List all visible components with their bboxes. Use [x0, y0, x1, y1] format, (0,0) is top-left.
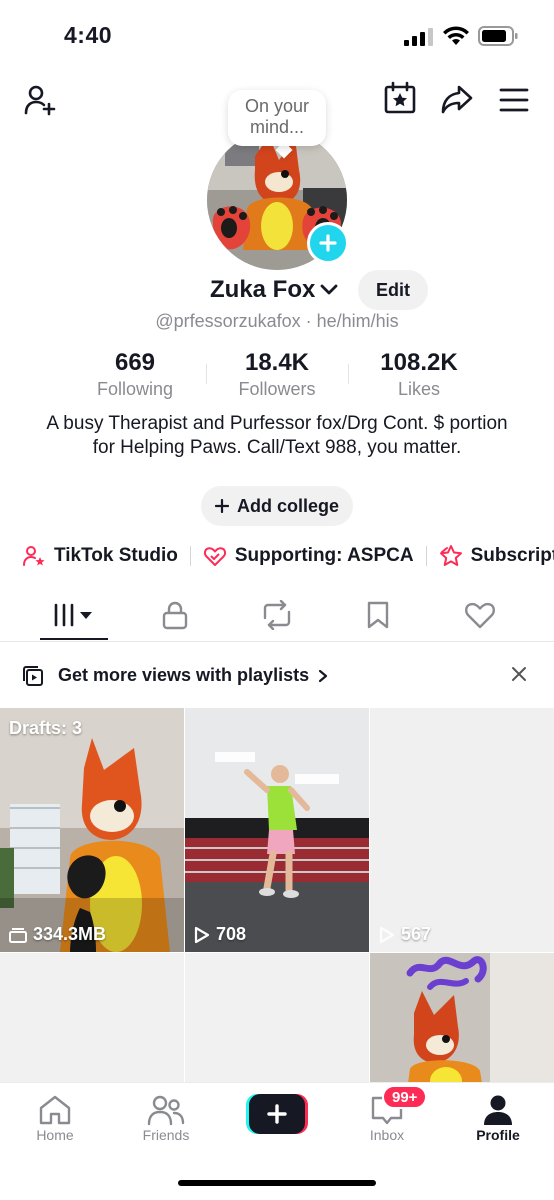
- hamburger-menu-icon: [499, 88, 529, 112]
- plus-icon: [214, 499, 229, 513]
- followers-label: Followers: [238, 379, 316, 399]
- likes-label: Likes: [397, 379, 441, 399]
- tab-reposts[interactable]: [242, 590, 312, 640]
- content-tabs: [0, 590, 554, 642]
- home-icon: [39, 1095, 71, 1125]
- battery-icon: [478, 26, 518, 46]
- home-indicator: [178, 1180, 376, 1186]
- display-name: Zuka Fox: [210, 276, 316, 303]
- tab-private[interactable]: [140, 590, 210, 640]
- create-plus-icon[interactable]: [246, 1094, 308, 1134]
- likes-count: 108.2K: [380, 349, 458, 376]
- nav-inbox-label: Inbox: [369, 1127, 405, 1143]
- username-pronouns: @prfessorzukafox · he/him/his: [155, 311, 399, 331]
- drafts-size-label: 334.3MB: [9, 924, 106, 945]
- nav-profile[interactable]: Profile: [453, 1093, 543, 1143]
- play-icon: [379, 926, 395, 943]
- link-divider: [189, 546, 191, 566]
- video-thumbnail[interactable]: 567: [370, 708, 554, 952]
- tab-liked[interactable]: [445, 590, 515, 640]
- profile-links-row: TikTok Studio Supporting: ASPCA Subscrip…: [22, 544, 554, 568]
- profile-bio: A busy Therapist and Purfessor fox/Drg C…: [46, 413, 508, 458]
- view-count: 708: [216, 924, 247, 944]
- view-count-label: 567: [379, 924, 431, 945]
- nav-home-label: Home: [36, 1127, 74, 1143]
- following-count: 669: [114, 349, 156, 376]
- fox-video-cover: [370, 953, 554, 1083]
- wifi-icon: [443, 26, 469, 45]
- nav-home[interactable]: Home: [10, 1093, 100, 1143]
- playlist-icon: [23, 666, 43, 686]
- stat-likes[interactable]: 108.2K Likes: [362, 349, 476, 400]
- view-count-label: 708: [194, 924, 246, 945]
- add-college-label: Add college: [236, 495, 339, 516]
- heart-outline-icon: [465, 602, 495, 629]
- nav-profile-label: Profile: [476, 1127, 520, 1143]
- subscription-label: Subscript: [470, 545, 554, 566]
- drafts-label: Drafts: 3: [9, 718, 83, 738]
- video-thumbnail[interactable]: 708: [185, 708, 369, 952]
- close-icon: [512, 667, 526, 681]
- close-banner-button[interactable]: [504, 659, 534, 689]
- events-calendar-button[interactable]: [380, 78, 420, 118]
- bookmark-icon: [367, 601, 389, 629]
- drafts-thumbnail[interactable]: Drafts: 3 334.3MB: [0, 708, 184, 952]
- heart-hands-icon: [203, 547, 226, 566]
- friends-icon: [147, 1095, 185, 1126]
- share-arrow-icon: [441, 85, 473, 114]
- repost-icon: [263, 600, 291, 630]
- supporting-link[interactable]: Supporting: ASPCA: [203, 544, 414, 568]
- tiktok-studio-label: TikTok Studio: [54, 545, 178, 566]
- drafts-cover-image: [0, 708, 184, 952]
- playlist-banner[interactable]: Get more views with playlists: [0, 643, 554, 707]
- nav-friends[interactable]: Friends: [121, 1093, 211, 1143]
- stat-divider: [348, 364, 349, 384]
- edit-profile-button[interactable]: Edit: [358, 270, 428, 310]
- subscription-link[interactable]: Subscript: [439, 544, 554, 568]
- chevron-down-icon: [320, 284, 338, 295]
- share-profile-button[interactable]: [436, 78, 478, 120]
- playlist-banner-text: Get more views with playlists: [58, 665, 310, 685]
- stat-divider: [206, 364, 207, 384]
- status-time: 4:40: [64, 22, 113, 48]
- star-badge-icon: [439, 545, 462, 566]
- display-name-switcher[interactable]: Zuka Fox: [210, 276, 339, 304]
- link-divider: [425, 546, 427, 566]
- drafts-stack-icon: [9, 927, 27, 943]
- plus-icon: [319, 234, 337, 252]
- add-person-icon: [24, 85, 56, 116]
- cellular-signal-icon: [404, 28, 433, 46]
- supporting-label: Supporting: ASPCA: [234, 545, 414, 566]
- add-story-button[interactable]: [307, 222, 349, 264]
- tab-favorites[interactable]: [343, 590, 413, 640]
- add-friend-button[interactable]: [20, 80, 60, 120]
- grid-bars-icon: [54, 603, 92, 627]
- view-count: 567: [401, 924, 432, 944]
- followers-count: 18.4K: [244, 349, 310, 376]
- inbox-badge: 99+: [382, 1085, 428, 1109]
- thought-bubble[interactable]: On your mind...: [228, 90, 326, 146]
- video-thumbnail[interactable]: [185, 953, 369, 1083]
- chevron-right-icon: [318, 669, 328, 683]
- profile-icon: [484, 1095, 512, 1125]
- tiktok-studio-link[interactable]: TikTok Studio: [22, 544, 178, 568]
- active-tab-indicator: [40, 638, 108, 640]
- lock-icon: [162, 601, 188, 630]
- drafts-size: 334.3MB: [33, 924, 107, 944]
- nav-friends-label: Friends: [142, 1127, 190, 1143]
- play-icon: [194, 926, 210, 943]
- stat-followers[interactable]: 18.4K Followers: [222, 349, 332, 400]
- video-thumbnail[interactable]: [370, 953, 554, 1083]
- calendar-star-icon: [384, 81, 416, 114]
- video-thumbnail[interactable]: [0, 953, 184, 1083]
- gym-video-cover: [185, 708, 369, 952]
- menu-button[interactable]: [494, 80, 534, 120]
- following-label: Following: [96, 379, 174, 399]
- tab-videos[interactable]: [38, 590, 108, 640]
- add-college-button[interactable]: Add college: [201, 486, 353, 526]
- studio-person-icon: [23, 546, 45, 566]
- stat-following[interactable]: 669 Following: [80, 349, 190, 400]
